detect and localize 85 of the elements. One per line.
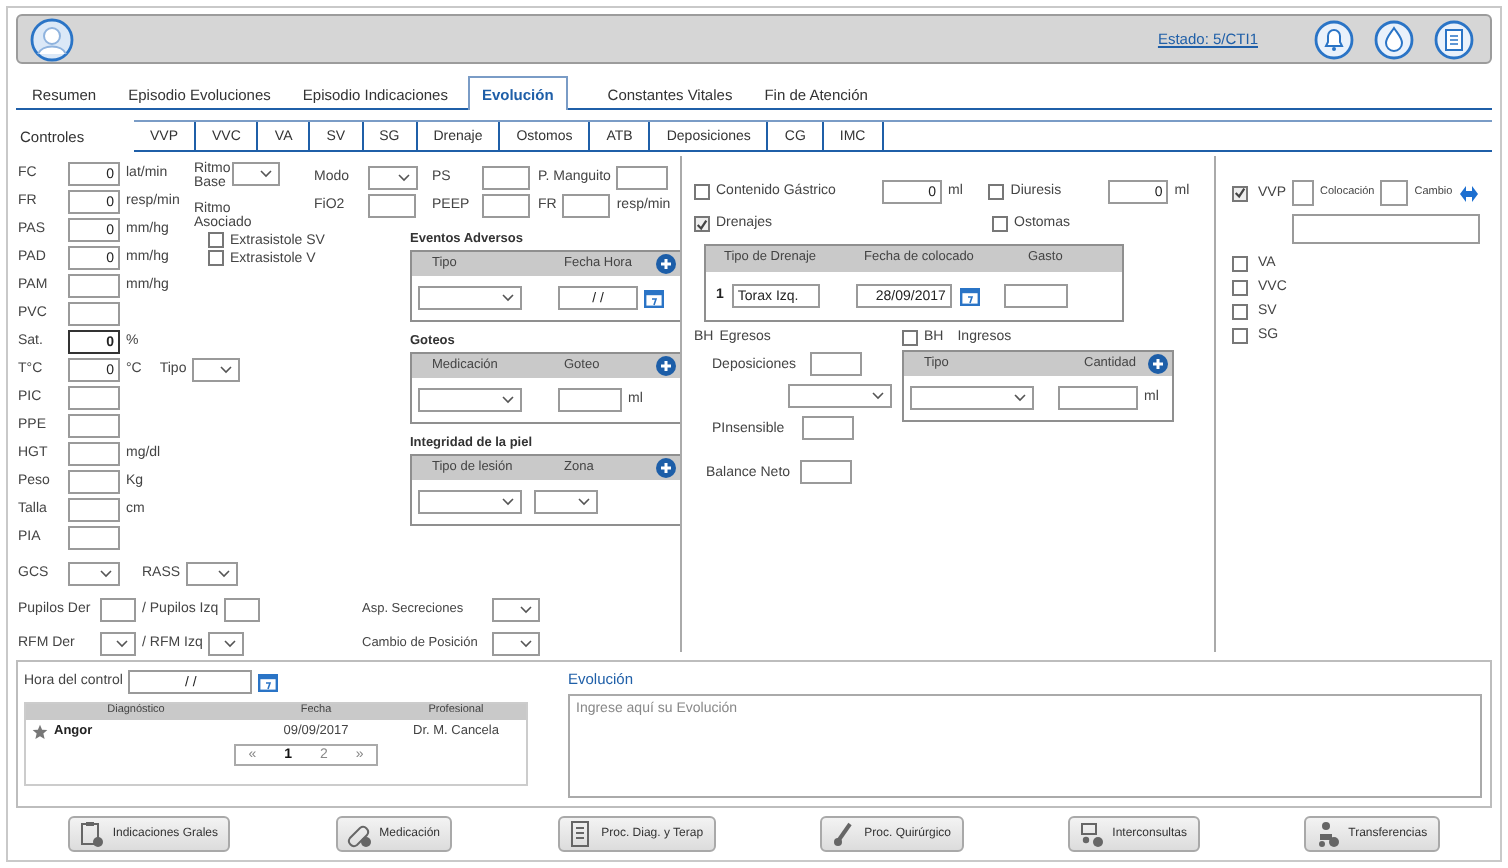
dropdown[interactable] xyxy=(418,388,522,412)
dropdown[interactable] xyxy=(492,598,540,622)
chevron-icon xyxy=(218,570,231,578)
input-field[interactable] xyxy=(616,166,669,190)
dropdown[interactable] xyxy=(418,490,522,514)
bell-icon[interactable] xyxy=(1314,19,1354,59)
chevron-icon xyxy=(502,294,514,302)
chevron-icon xyxy=(116,640,128,648)
chevron-icon xyxy=(502,396,514,404)
input-field[interactable] xyxy=(68,442,120,466)
add-icon[interactable] xyxy=(656,356,676,376)
input-field[interactable] xyxy=(68,274,120,298)
input-field[interactable] xyxy=(802,416,854,441)
input-field[interactable] xyxy=(810,352,862,377)
chevron-icon xyxy=(520,606,532,614)
input-field[interactable] xyxy=(1380,180,1409,206)
dropdown[interactable] xyxy=(534,490,598,514)
input-field[interactable] xyxy=(68,386,120,410)
input-field[interactable] xyxy=(800,460,852,485)
input-field[interactable] xyxy=(68,302,120,326)
chevron-icon xyxy=(260,170,272,178)
chevron-icon xyxy=(100,570,112,578)
checkbox[interactable] xyxy=(992,216,1008,232)
person-icon xyxy=(1314,820,1341,848)
checkbox[interactable] xyxy=(1232,256,1248,272)
checkbox[interactable] xyxy=(902,330,918,346)
input-field[interactable] xyxy=(368,194,416,218)
add-icon[interactable] xyxy=(656,458,676,478)
document-icon xyxy=(567,820,594,848)
add-icon[interactable] xyxy=(1148,354,1168,374)
checkbox[interactable] xyxy=(694,216,710,232)
checkbox[interactable] xyxy=(208,232,224,249)
input-field[interactable] xyxy=(1292,180,1315,206)
dropdown[interactable] xyxy=(788,384,892,409)
scalpel-icon xyxy=(830,820,857,848)
input-field[interactable] xyxy=(100,598,136,622)
chevron-icon xyxy=(502,498,514,506)
drop-icon[interactable] xyxy=(1374,19,1414,59)
checkbox[interactable] xyxy=(988,184,1005,200)
dropdown[interactable] xyxy=(910,386,1034,410)
chevron-icon xyxy=(578,498,590,506)
input-field[interactable] xyxy=(482,194,530,218)
checkbox[interactable] xyxy=(1232,185,1248,201)
calendar-icon[interactable] xyxy=(258,672,279,692)
dropdown[interactable] xyxy=(208,632,245,656)
dropdown[interactable] xyxy=(232,162,280,186)
monitor-icon xyxy=(1078,820,1105,848)
chevron-icon xyxy=(224,640,237,648)
input-field[interactable] xyxy=(482,166,530,190)
input-field[interactable] xyxy=(558,388,622,412)
dropdown[interactable] xyxy=(68,562,120,586)
pill-icon xyxy=(345,820,372,848)
input-field[interactable] xyxy=(224,598,261,622)
dropdown[interactable] xyxy=(192,358,241,382)
checkbox[interactable] xyxy=(694,184,710,200)
calendar-icon[interactable] xyxy=(959,286,980,306)
input-field[interactable] xyxy=(68,526,120,550)
chevron-icon xyxy=(1014,394,1026,402)
dropdown[interactable] xyxy=(418,286,522,310)
dropdown[interactable] xyxy=(492,632,540,656)
add-icon[interactable] xyxy=(656,254,676,274)
input-field[interactable] xyxy=(1003,284,1068,308)
dropdown[interactable] xyxy=(186,562,239,586)
dropdown[interactable] xyxy=(100,632,136,656)
clipboard-icon xyxy=(78,820,105,848)
sync-icon[interactable] xyxy=(1458,183,1481,203)
chevron-icon xyxy=(398,174,410,182)
input-field[interactable] xyxy=(562,194,611,218)
chevron-icon xyxy=(220,366,233,374)
clipboard-icon[interactable] xyxy=(1434,19,1474,59)
chevron-icon xyxy=(872,392,884,401)
checkbox[interactable] xyxy=(1232,280,1248,296)
input-field[interactable] xyxy=(68,470,120,494)
calendar-icon[interactable] xyxy=(644,288,664,308)
input-field[interactable] xyxy=(68,414,120,438)
checkbox[interactable] xyxy=(1232,304,1248,320)
checkbox[interactable] xyxy=(208,250,224,267)
checkbox[interactable] xyxy=(1232,328,1248,344)
dropdown[interactable] xyxy=(368,166,418,190)
avatar-icon xyxy=(30,17,74,61)
star-icon xyxy=(32,724,48,740)
chevron-icon xyxy=(520,640,532,648)
input-field[interactable] xyxy=(68,498,120,522)
input-field[interactable] xyxy=(1058,386,1138,410)
input-field[interactable] xyxy=(1292,214,1480,244)
